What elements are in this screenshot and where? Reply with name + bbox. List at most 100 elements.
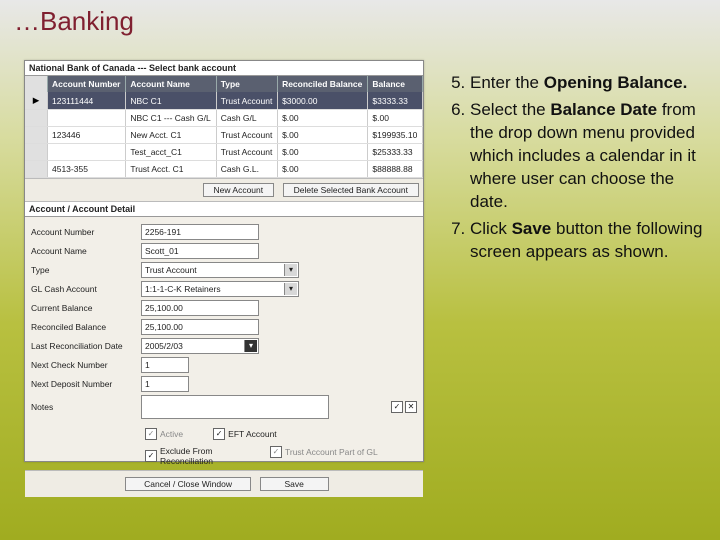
select-date-value: 2005/2/03 [145, 341, 183, 351]
cell: $3000.00 [278, 92, 368, 110]
cell [48, 110, 126, 127]
cell: Trust Account [216, 144, 277, 161]
input-next-deposit[interactable]: 1 [141, 376, 189, 392]
cell: 123446 [48, 127, 126, 144]
label-last-recon-date: Last Reconciliation Date [31, 341, 141, 351]
row-header-blank [25, 76, 48, 92]
table-row[interactable]: ▶ 123111444 NBC C1 Trust Account $3000.0… [25, 92, 423, 110]
form-footer: Cancel / Close Window Save [25, 470, 423, 497]
label-notes: Notes [31, 402, 141, 412]
cell: $.00 [278, 127, 368, 144]
select-type-value: Trust Account [145, 265, 197, 275]
cell: Trust Account [216, 127, 277, 144]
col-type[interactable]: Type [216, 76, 277, 92]
checkbox-icon: ✓ [145, 428, 157, 440]
cell: $88888.88 [368, 161, 423, 178]
input-account-name[interactable]: Scott_01 [141, 243, 259, 259]
table-row[interactable]: Test_acct_C1 Trust Account $.00 $25333.3… [25, 144, 423, 161]
chevron-down-icon: ▾ [284, 264, 297, 276]
label-next-deposit: Next Deposit Number [31, 379, 141, 389]
chevron-down-icon: ▾ [284, 283, 297, 295]
checkbox-label: EFT Account [228, 429, 277, 439]
label-reconciled-balance: Reconciled Balance [31, 322, 141, 332]
text-bold: Opening Balance. [544, 73, 688, 92]
checkbox-label: Exclude From Reconciliation [160, 446, 240, 466]
delete-account-button[interactable]: Delete Selected Bank Account [283, 183, 419, 197]
select-type[interactable]: Trust Account ▾ [141, 262, 299, 278]
cell: New Acct. C1 [126, 127, 216, 144]
instruction-list: Enter the Opening Balance. Select the Ba… [444, 72, 704, 268]
account-detail-form: Account Number2256-191 Account NameScott… [25, 217, 423, 426]
row-indicator [25, 127, 48, 144]
cell: NBC C1 [126, 92, 216, 110]
cell: $25333.33 [368, 144, 423, 161]
cell: Cash G/L [216, 110, 277, 127]
cell: NBC C1 --- Cash G/L [126, 110, 216, 127]
row-indicator: ▶ [25, 92, 48, 110]
accounts-table: Account Number Account Name Type Reconci… [25, 76, 423, 178]
spell-icon[interactable]: ✓ [391, 401, 403, 413]
instruction-item: Select the Balance Date from the drop do… [470, 99, 704, 214]
label-current-balance: Current Balance [31, 303, 141, 313]
checkbox-label: Trust Account Part of GL [285, 447, 378, 457]
select-gl-value: 1:1-1-C-K Retainers [145, 284, 221, 294]
col-account-number[interactable]: Account Number [48, 76, 126, 92]
input-notes[interactable] [141, 395, 329, 419]
checkbox-icon: ✓ [145, 450, 157, 462]
cell: Trust Acct. C1 [126, 161, 216, 178]
checkbox-eft[interactable]: ✓EFT Account [213, 428, 277, 440]
new-account-button[interactable]: New Account [203, 183, 275, 197]
row-indicator [25, 144, 48, 161]
detail-section-header: Account / Account Detail [25, 202, 423, 217]
input-next-check[interactable]: 1 [141, 357, 189, 373]
text-bold: Save [512, 219, 552, 238]
text: Select the [470, 100, 550, 119]
input-current-balance[interactable]: 25,100.00 [141, 300, 259, 316]
cell: $3333.33 [368, 92, 423, 110]
instruction-item: Enter the Opening Balance. [470, 72, 704, 95]
cell: $.00 [278, 161, 368, 178]
row-indicator [25, 161, 48, 178]
table-row[interactable]: 123446 New Acct. C1 Trust Account $.00 $… [25, 127, 423, 144]
save-button[interactable]: Save [260, 477, 329, 491]
label-type: Type [31, 265, 141, 275]
cell: $.00 [368, 110, 423, 127]
cell: 4513-355 [48, 161, 126, 178]
col-account-name[interactable]: Account Name [126, 76, 216, 92]
checkbox-icon: ✓ [213, 428, 225, 440]
table-buttons: New Account Delete Selected Bank Account [25, 178, 423, 202]
cell: Test_acct_C1 [126, 144, 216, 161]
col-balance[interactable]: Balance [368, 76, 423, 92]
instruction-item: Click Save button the following screen a… [470, 218, 704, 264]
cell: $.00 [278, 110, 368, 127]
cell: $.00 [278, 144, 368, 161]
select-gl-cash[interactable]: 1:1-1-C-K Retainers ▾ [141, 281, 299, 297]
table-row[interactable]: 4513-355 Trust Acct. C1 Cash G.L. $.00 $… [25, 161, 423, 178]
table-row[interactable]: NBC C1 --- Cash G/L Cash G/L $.00 $.00 [25, 110, 423, 127]
label-account-number: Account Number [31, 227, 141, 237]
chevron-down-icon: ▾ [244, 340, 257, 352]
clear-icon[interactable]: ✕ [405, 401, 417, 413]
label-account-name: Account Name [31, 246, 141, 256]
col-reconciled[interactable]: Reconciled Balance [278, 76, 368, 92]
row-indicator [25, 110, 48, 127]
cell: $199935.10 [368, 127, 423, 144]
label-next-check: Next Check Number [31, 360, 141, 370]
table-header-row: Account Number Account Name Type Reconci… [25, 76, 423, 92]
bank-select-header: National Bank of Canada --- Select bank … [25, 61, 423, 76]
checkbox-active[interactable]: ✓Active [145, 428, 183, 440]
app-screenshot: National Bank of Canada --- Select bank … [24, 60, 424, 462]
text: Click [470, 219, 512, 238]
cell: 123111444 [48, 92, 126, 110]
cancel-button[interactable]: Cancel / Close Window [125, 477, 251, 491]
text-bold: Balance Date [550, 100, 657, 119]
input-account-number[interactable]: 2256-191 [141, 224, 259, 240]
checkbox-trust-gl[interactable]: ✓Trust Account Part of GL [270, 446, 378, 458]
cell [48, 144, 126, 161]
text: Enter the [470, 73, 544, 92]
page-title: …Banking [14, 6, 134, 37]
input-reconciled-balance[interactable]: 25,100.00 [141, 319, 259, 335]
select-last-recon-date[interactable]: 2005/2/03 ▾ [141, 338, 259, 354]
checkbox-exclude-recon[interactable]: ✓Exclude From Reconciliation [145, 446, 240, 466]
checkbox-label: Active [160, 429, 183, 439]
